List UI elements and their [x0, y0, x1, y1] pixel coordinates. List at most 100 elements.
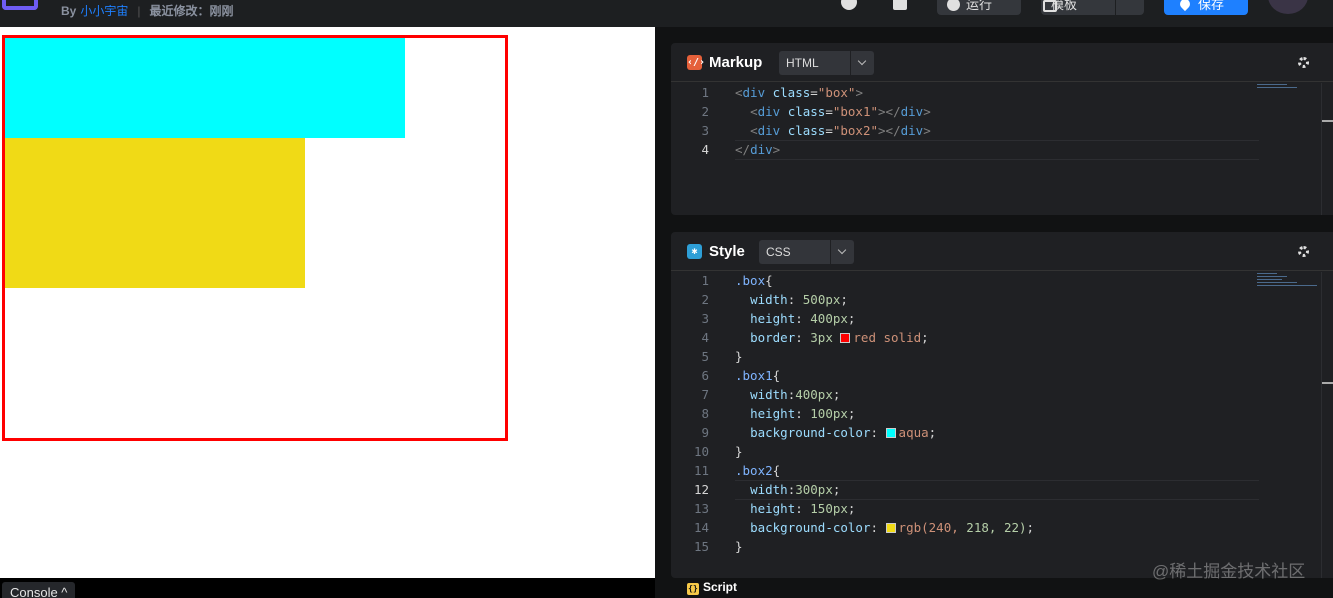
last-modified: 最近修改：刚刚 — [149, 4, 234, 18]
markup-minimap[interactable] — [1257, 84, 1317, 96]
style-language: CSS — [766, 245, 791, 259]
code-line[interactable]: 1 <div class="box"> — [671, 83, 1333, 102]
line-number: 2 — [701, 292, 709, 307]
code-line[interactable]: 15} — [671, 537, 1333, 556]
style-scrollbar[interactable] — [1321, 272, 1333, 578]
template-button[interactable]: 模板 — [1041, 0, 1144, 15]
code-text[interactable]: background-color: aqua; — [735, 423, 936, 442]
line-number: 3 — [701, 123, 709, 138]
code-text[interactable]: .box1{ — [735, 366, 780, 385]
pin-icon — [1177, 0, 1193, 12]
style-language-select[interactable]: CSS — [759, 240, 854, 264]
settings-gear-icon[interactable] — [841, 0, 857, 10]
save-label: 保存 — [1198, 0, 1225, 12]
line-number: 14 — [693, 520, 709, 535]
code-text[interactable]: border: 3px red solid; — [735, 328, 929, 347]
byline-separator: | — [137, 4, 141, 18]
code-line[interactable]: 2 width: 500px; — [671, 290, 1333, 309]
code-text[interactable]: <div class="box"> — [735, 83, 863, 102]
braces-icon: {} — [687, 583, 699, 595]
code-line[interactable]: 7 width:400px; — [671, 385, 1333, 404]
script-title: Script — [703, 580, 738, 594]
code-line[interactable]: 11 .box2{ — [671, 461, 1333, 480]
code-line[interactable]: 1 .box{ — [671, 271, 1333, 290]
gear-icon[interactable] — [1298, 246, 1309, 257]
code-line[interactable]: 13 height: 150px; — [671, 499, 1333, 518]
logo-icon[interactable] — [2, 0, 38, 10]
line-number: 1 — [701, 85, 709, 100]
asterisk-icon: ✱ — [687, 244, 702, 259]
code-line[interactable]: 9 background-color: aqua; — [671, 423, 1333, 442]
top-bar: By 小小宇宙 | 最近修改：刚刚 运行 模板 保存 — [0, 0, 1333, 27]
style-header: ✱ Style CSS — [671, 232, 1333, 271]
line-number: 13 — [693, 501, 709, 516]
markup-scrollbar[interactable] — [1321, 83, 1333, 215]
chevron-down-icon[interactable] — [850, 51, 874, 75]
code-text[interactable]: height: 100px; — [735, 404, 855, 423]
markup-panel: ‹/› Markup HTML 1 <div class="box"> 2 <div… — [671, 43, 1333, 215]
line-number: 12 — [693, 482, 709, 497]
style-title: Style — [709, 243, 745, 260]
style-panel: ✱ Style CSS 1 .box{2 width: 500px; 3 heigh… — [671, 232, 1333, 578]
markup-language-select[interactable]: HTML — [779, 51, 874, 75]
code-line[interactable]: 12 width:300px; — [671, 480, 1333, 500]
code-text[interactable]: width:300px; — [735, 480, 840, 499]
line-number: 2 — [701, 104, 709, 119]
line-number: 3 — [701, 311, 709, 326]
line-number: 5 — [701, 349, 709, 364]
code-text[interactable]: background-color: rgb(240, 218, 22); — [735, 518, 1034, 537]
code-text[interactable]: height: 150px; — [735, 499, 855, 518]
code-line[interactable]: 2 <div class="box1"></div> — [671, 102, 1333, 121]
line-number: 1 — [701, 273, 709, 288]
style-minimap[interactable] — [1257, 273, 1317, 286]
play-icon — [947, 0, 960, 11]
line-number: 11 — [693, 463, 709, 478]
script-tab[interactable]: {} Script — [687, 580, 737, 595]
preview-box2 — [5, 138, 305, 288]
code-text[interactable]: <div class="box2"></div> — [735, 121, 931, 140]
save-button[interactable]: 保存 — [1164, 0, 1248, 15]
code-line[interactable]: 8 height: 100px; — [671, 404, 1333, 423]
author-link[interactable]: 小小宇宙 — [80, 4, 128, 18]
code-text[interactable]: } — [735, 537, 743, 556]
console-tab[interactable]: Console ^ — [2, 582, 76, 598]
code-line[interactable]: 5} — [671, 347, 1333, 366]
code-text[interactable]: .box{ — [735, 271, 773, 290]
markup-title: Markup — [709, 54, 763, 71]
style-editor[interactable]: 1 .box{2 width: 500px; 3 height: 400px; 4 b… — [671, 271, 1333, 556]
code-icon: ‹/› — [687, 55, 706, 70]
line-number: 9 — [701, 425, 709, 440]
line-number: 7 — [701, 387, 709, 402]
code-text[interactable]: } — [735, 347, 743, 366]
avatar[interactable] — [1268, 0, 1308, 14]
code-text[interactable]: } — [735, 442, 743, 461]
by-label: By — [61, 4, 77, 18]
markup-editor[interactable]: 1 <div class="box"> 2 <div class="box1"></… — [671, 82, 1333, 160]
code-line[interactable]: 4 </div> — [671, 140, 1333, 160]
code-line[interactable]: 3 height: 400px; — [671, 309, 1333, 328]
gear-icon[interactable] — [1298, 57, 1309, 68]
code-text[interactable]: width: 500px; — [735, 290, 848, 309]
code-text[interactable]: height: 400px; — [735, 309, 855, 328]
code-line[interactable]: 10} — [671, 442, 1333, 461]
color-swatch[interactable] — [840, 333, 851, 343]
color-swatch[interactable] — [885, 428, 896, 438]
document-icon[interactable] — [893, 0, 907, 10]
code-text[interactable]: width:400px; — [735, 385, 840, 404]
code-line[interactable]: 6 .box1{ — [671, 366, 1333, 385]
color-swatch[interactable] — [885, 523, 896, 533]
editor-column: ‹/› Markup HTML 1 <div class="box"> 2 <div… — [655, 27, 1333, 598]
line-number: 15 — [693, 539, 709, 554]
line-number: 8 — [701, 406, 709, 421]
code-line[interactable]: 3 <div class="box2"></div> — [671, 121, 1333, 140]
code-text[interactable]: .box2{ — [735, 461, 780, 480]
code-line[interactable]: 14 background-color: rgb(240, 218, 22); — [671, 518, 1333, 537]
markup-header: ‹/› Markup HTML — [671, 43, 1333, 82]
chevron-down-icon[interactable] — [830, 240, 854, 264]
code-text[interactable]: <div class="box1"></div> — [735, 102, 931, 121]
preview-box — [2, 35, 508, 441]
template-dropdown-divider — [1115, 0, 1116, 15]
run-button[interactable]: 运行 — [937, 0, 1021, 15]
code-text[interactable]: </div> — [735, 140, 780, 159]
code-line[interactable]: 4 border: 3px red solid; — [671, 328, 1333, 347]
